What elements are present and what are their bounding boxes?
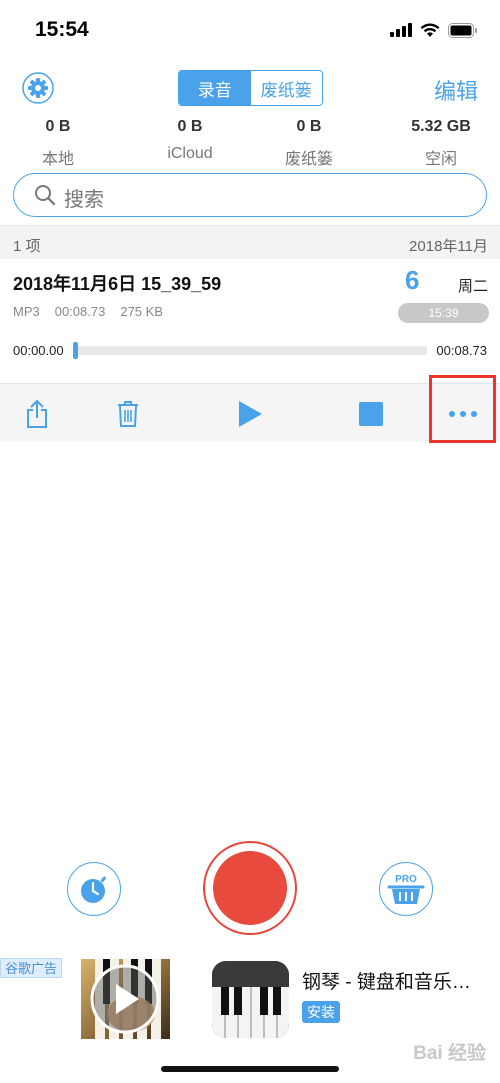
stop-icon	[359, 402, 383, 426]
playback-total: 00:08.73	[436, 343, 487, 358]
stat-value: 5.32 GB	[411, 118, 471, 135]
stat-value: 0 B	[177, 118, 203, 135]
recording-duration: 00:08.73	[54, 304, 106, 319]
segment-control: 录音 废纸篓	[178, 70, 323, 106]
record-icon	[213, 851, 287, 925]
timer-icon	[81, 876, 107, 903]
tab-trash[interactable]: 废纸篓	[251, 71, 323, 105]
signal-icon	[390, 23, 412, 37]
ad-install-button[interactable]: 安装	[302, 1001, 340, 1023]
item-count: 1 项	[13, 238, 41, 255]
home-indicator[interactable]	[161, 1066, 339, 1072]
settings-button[interactable]	[22, 72, 54, 104]
bottom-controls: PRO	[0, 838, 500, 948]
stat-free: 5.32 GB 空闲	[386, 118, 496, 169]
battery-icon	[448, 22, 477, 38]
play-button[interactable]	[230, 394, 270, 434]
ad-app-icon[interactable]	[212, 961, 289, 1038]
recording-format: MP3	[13, 304, 40, 319]
recording-meta: MP3 00:08.73 275 KB	[13, 304, 163, 319]
highlight-box	[429, 375, 496, 443]
wifi-icon	[420, 22, 440, 37]
share-icon	[27, 399, 47, 428]
watermark: Bai 经验	[413, 1043, 486, 1064]
play-icon	[239, 401, 262, 427]
ad-video-thumbnail[interactable]	[81, 959, 170, 1039]
timer-button[interactable]	[67, 862, 121, 916]
top-bar: 录音 废纸篓 编辑	[0, 68, 500, 112]
recording-size: 275 KB	[120, 304, 163, 319]
share-button[interactable]	[17, 394, 57, 434]
stat-trash: 0 B 废纸篓	[254, 118, 364, 169]
stat-label: 空闲	[424, 151, 457, 168]
playback-slider[interactable]	[73, 342, 427, 359]
piano-icon	[212, 961, 289, 1038]
svg-text:PRO: PRO	[395, 874, 417, 885]
recording-weekday: 周二	[458, 278, 489, 295]
stat-label: 废纸篓	[284, 151, 333, 168]
stop-button[interactable]	[351, 394, 391, 434]
search-placeholder: 搜索	[64, 189, 104, 211]
stat-local: 0 B 本地	[3, 118, 113, 169]
gear-icon	[22, 72, 54, 104]
pro-button[interactable]: PRO	[379, 862, 433, 916]
search-input[interactable]: 搜索	[13, 173, 487, 217]
section-month: 2018年11月	[409, 238, 488, 255]
storage-stats: 0 B 本地 0 B iCloud 0 B 废纸篓 5.32 GB 空闲	[0, 118, 500, 168]
trash-icon	[118, 401, 138, 427]
ad-banner[interactable]: 谷歌广告 钢琴 - 键盘和音乐… 安装	[0, 957, 500, 1041]
status-time: 15:54	[35, 18, 89, 41]
playback-thumb[interactable]	[73, 342, 78, 359]
tab-recordings[interactable]: 录音	[179, 71, 251, 105]
ad-label: 谷歌广告	[0, 958, 63, 978]
recording-time-badge: 15:39	[398, 303, 489, 323]
status-bar: 15:54	[0, 0, 500, 60]
recording-day: 6	[405, 265, 420, 295]
list-section-header: 1 项 2018年11月	[0, 225, 500, 259]
stat-label: 本地	[41, 151, 74, 168]
stat-label: iCloud	[167, 145, 213, 162]
pro-basket-icon: PRO	[387, 874, 425, 904]
playback-position: 00:00.00	[13, 343, 64, 358]
stat-value: 0 B	[45, 118, 71, 135]
search-icon	[35, 185, 56, 206]
ad-title[interactable]: 钢琴 - 键盘和音乐…	[302, 967, 471, 994]
edit-button[interactable]: 编辑	[434, 74, 478, 106]
ad-video-play-icon	[90, 959, 161, 1039]
recording-item[interactable]: 2018年11月6日 15_39_59 MP3 00:08.73 275 KB …	[0, 259, 500, 383]
record-button[interactable]	[203, 841, 297, 935]
stat-value: 0 B	[296, 118, 322, 135]
recording-title: 2018年11月6日 15_39_59	[13, 274, 222, 294]
recording-action-bar	[0, 383, 500, 441]
delete-button[interactable]	[108, 394, 148, 434]
status-icons	[390, 20, 478, 40]
stat-icloud: 0 B iCloud	[135, 118, 245, 163]
